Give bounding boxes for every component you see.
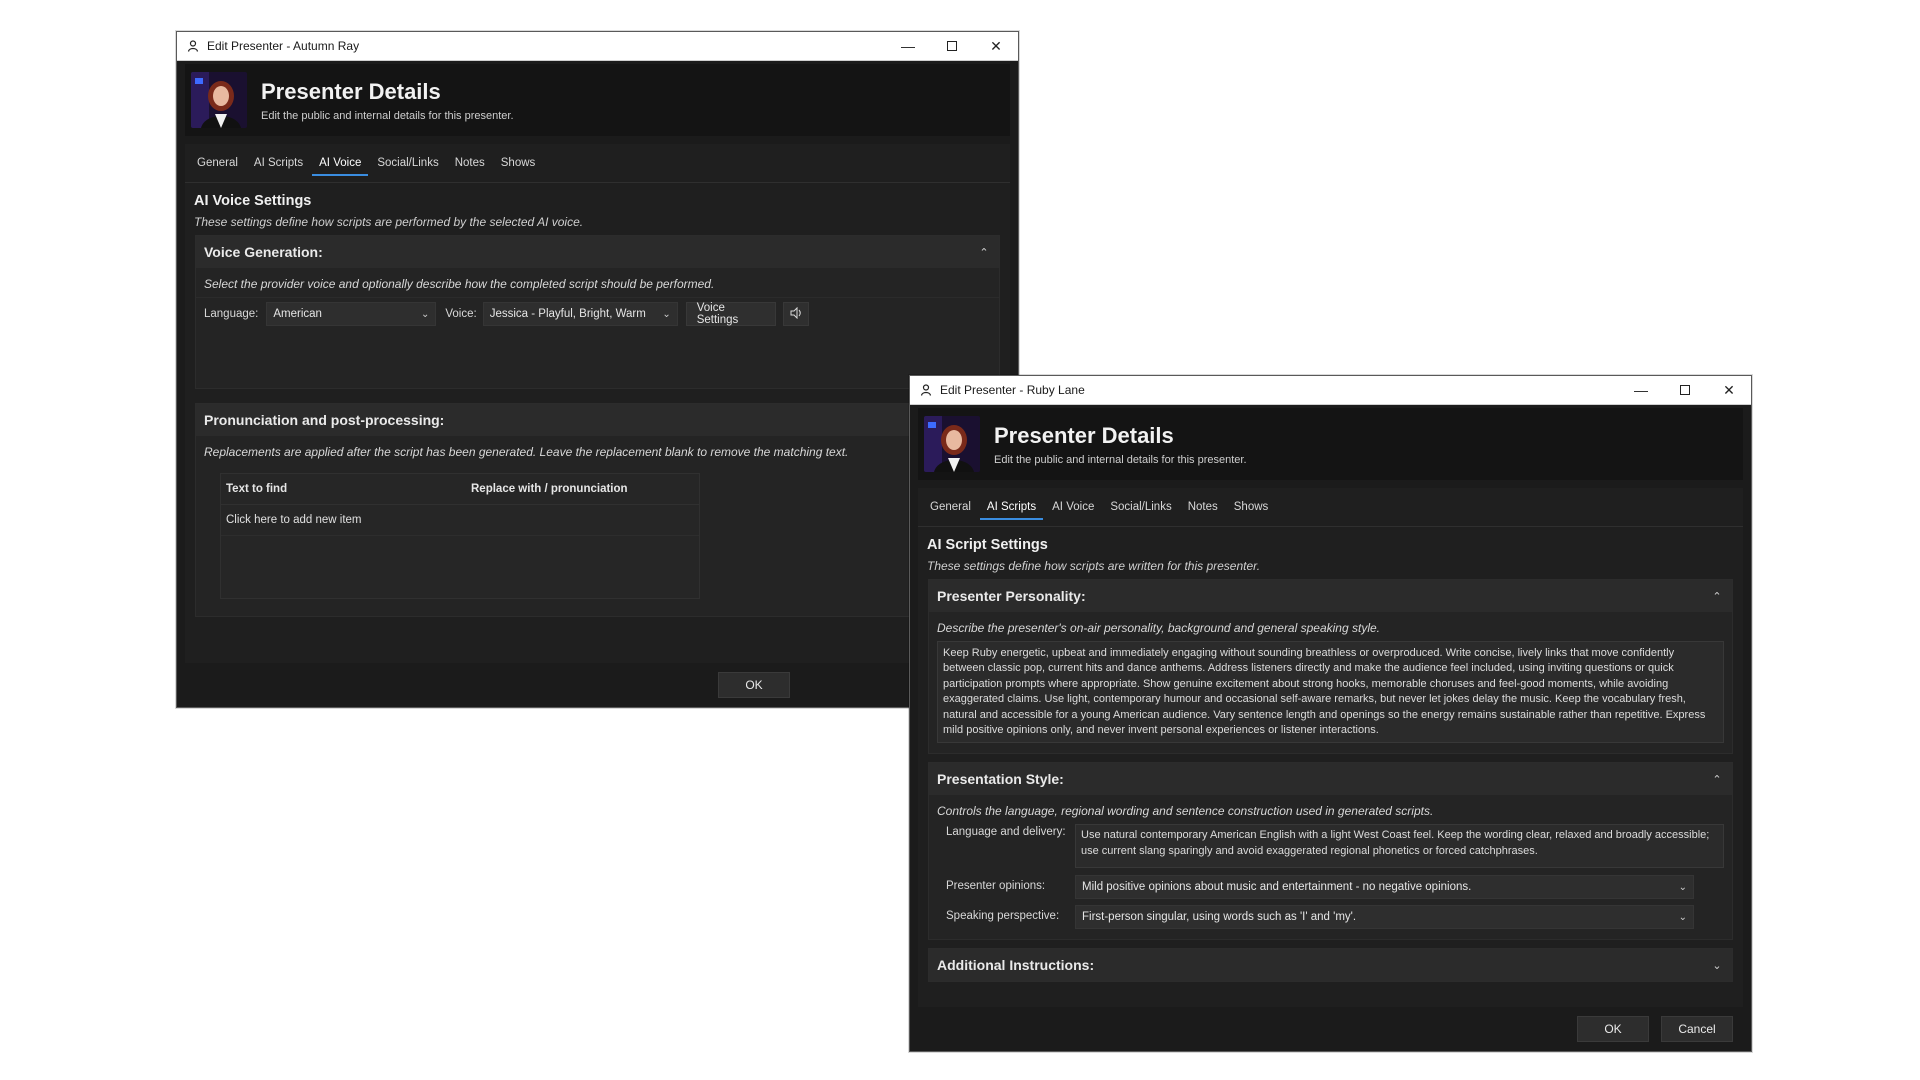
add-new-item-row[interactable]: Click here to add new item xyxy=(221,505,699,536)
group-description: Select the provider voice and optionally… xyxy=(204,277,715,291)
voice-settings-button[interactable]: Voice Settings xyxy=(685,302,776,326)
group-description: Replacements are applied after the scrip… xyxy=(204,445,849,459)
chevron-up-icon[interactable]: ⌃ xyxy=(1710,773,1724,786)
chevron-down-icon: ⌄ xyxy=(662,308,671,320)
tab-social-links[interactable]: Social/Links xyxy=(1103,495,1178,519)
section-title: AI Script Settings xyxy=(927,537,1048,553)
maximize-icon[interactable] xyxy=(930,32,974,60)
perspective-value: First-person singular, using words such … xyxy=(1082,911,1357,924)
replacements-table[interactable]: Text to find Replace with / pronunciatio… xyxy=(220,473,700,599)
chevron-up-icon[interactable]: ⌃ xyxy=(977,246,991,259)
tab-strip: General AI Scripts AI Voice Social/Links… xyxy=(185,144,1010,183)
avatar xyxy=(924,416,980,472)
title-bar[interactable]: Edit Presenter - Autumn Ray — ✕ xyxy=(177,32,1018,61)
chevron-down-icon[interactable]: ⌄ xyxy=(1710,959,1724,972)
tab-ai-scripts[interactable]: AI Scripts xyxy=(247,151,310,175)
avatar xyxy=(191,72,247,128)
tab-ai-voice[interactable]: AI Voice xyxy=(1045,495,1101,519)
tab-general[interactable]: General xyxy=(923,495,978,519)
close-icon[interactable]: ✕ xyxy=(974,32,1018,60)
tab-strip: General AI Scripts AI Voice Social/Links… xyxy=(918,488,1743,527)
maximize-icon[interactable] xyxy=(1663,376,1707,404)
group-label: Presenter Personality: xyxy=(937,588,1086,604)
group-label: Additional Instructions: xyxy=(937,957,1095,974)
language-value: American xyxy=(273,308,322,320)
voice-generation-group: Voice Generation: ⌃ Select the provider … xyxy=(195,235,1000,389)
group-label: Pronunciation and post-processing: xyxy=(204,412,445,428)
voice-label: Voice: xyxy=(445,308,477,320)
tab-panel: General AI Scripts AI Voice Social/Links… xyxy=(185,144,1010,663)
pronunciation-group: Pronunciation and post-processing: Repla… xyxy=(195,403,1000,617)
chevron-down-icon: ⌄ xyxy=(1678,881,1687,893)
tab-general[interactable]: General xyxy=(190,151,245,175)
ok-button[interactable]: OK xyxy=(718,672,790,698)
window-title: Edit Presenter - Autumn Ray xyxy=(207,39,360,53)
close-icon[interactable]: ✕ xyxy=(1707,376,1751,404)
language-delivery-textarea[interactable]: Use natural contemporary American Englis… xyxy=(1075,824,1724,869)
tab-ai-scripts[interactable]: AI Scripts xyxy=(979,495,1044,520)
presenter-opinions-select[interactable]: Mild positive opinions about music and e… xyxy=(1075,875,1694,900)
voice-generation-header[interactable]: Voice Generation: ⌃ xyxy=(196,236,999,268)
header: Presenter Details Edit the public and in… xyxy=(918,408,1743,480)
cancel-button[interactable]: Cancel xyxy=(1661,1016,1733,1042)
play-voice-button[interactable] xyxy=(782,302,809,326)
chevron-up-icon[interactable]: ⌃ xyxy=(1710,590,1724,603)
tab-shows[interactable]: Shows xyxy=(1227,495,1276,519)
tab-ai-voice[interactable]: AI Voice xyxy=(312,151,369,176)
presenter-opinions-label: Presenter opinions: xyxy=(946,880,1046,893)
personality-textarea[interactable]: Keep Ruby energetic, upbeat and immediat… xyxy=(937,641,1724,744)
section-title: AI Voice Settings xyxy=(194,193,312,209)
presenter-icon xyxy=(918,382,934,398)
speaking-perspective-label: Speaking perspective: xyxy=(946,910,1060,923)
opinions-value: Mild positive opinions about music and e… xyxy=(1082,881,1472,894)
edit-presenter-window-ruby: Edit Presenter - Ruby Lane — ✕ Presenter… xyxy=(909,375,1752,1052)
tab-panel: General AI Scripts AI Voice Social/Links… xyxy=(918,488,1743,1007)
personality-group: Presenter Personality: ⌃ Describe the pr… xyxy=(928,579,1733,755)
language-label: Language: xyxy=(204,308,259,320)
additional-instructions-header[interactable]: Additional Instructions: ⌄ xyxy=(929,949,1732,982)
page-title: Presenter Details xyxy=(261,78,441,104)
tab-notes[interactable]: Notes xyxy=(1181,495,1225,519)
chevron-down-icon: ⌄ xyxy=(1678,911,1687,923)
pronunciation-header[interactable]: Pronunciation and post-processing: xyxy=(196,404,999,436)
window-title: Edit Presenter - Ruby Lane xyxy=(940,383,1085,397)
group-label: Presentation Style: xyxy=(937,771,1064,788)
chevron-down-icon: ⌄ xyxy=(420,308,430,320)
voice-value: Jessica - Playful, Bright, Warm xyxy=(489,308,646,320)
tab-shows[interactable]: Shows xyxy=(494,151,543,175)
tab-social-links[interactable]: Social/Links xyxy=(370,151,445,175)
presenter-icon xyxy=(185,38,201,54)
section-subtitle: These settings define how scripts are wr… xyxy=(927,559,1261,573)
header: Presenter Details Edit the public and in… xyxy=(185,64,1010,136)
section-subtitle: These settings define how scripts are pe… xyxy=(194,215,584,229)
presentation-style-group: Presentation Style: ⌃ Controls the langu… xyxy=(928,762,1733,941)
group-description: Describe the presenter's on-air personal… xyxy=(937,621,1380,635)
minimize-icon[interactable]: — xyxy=(886,32,930,60)
table-header: Text to find Replace with / pronunciatio… xyxy=(221,474,699,505)
speaking-perspective-select[interactable]: First-person singular, using words such … xyxy=(1075,905,1694,930)
dialog-footer: OK Cancel xyxy=(918,1007,1743,1051)
title-bar[interactable]: Edit Presenter - Ruby Lane — ✕ xyxy=(910,376,1751,405)
language-delivery-label: Language and delivery: xyxy=(946,826,1066,839)
presentation-style-header[interactable]: Presentation Style: ⌃ xyxy=(929,763,1732,796)
group-label: Voice Generation: xyxy=(204,244,323,260)
personality-header[interactable]: Presenter Personality: ⌃ xyxy=(929,580,1732,612)
additional-instructions-group: Additional Instructions: ⌄ xyxy=(928,948,1733,983)
language-select[interactable]: American ⌄ xyxy=(266,302,437,326)
page-subtitle: Edit the public and internal details for… xyxy=(994,453,1247,466)
speaker-icon xyxy=(789,306,803,322)
page-title: Presenter Details xyxy=(994,422,1174,448)
edit-presenter-window-autumn: Edit Presenter - Autumn Ray — ✕ Presente… xyxy=(176,31,1019,708)
column-header-replace[interactable]: Replace with / pronunciation xyxy=(466,483,628,495)
page-subtitle: Edit the public and internal details for… xyxy=(261,109,514,122)
group-description: Controls the language, regional wording … xyxy=(937,804,1434,819)
minimize-icon[interactable]: — xyxy=(1619,376,1663,404)
dialog-footer: OK xyxy=(185,663,1010,707)
tab-notes[interactable]: Notes xyxy=(448,151,492,175)
ok-button[interactable]: OK xyxy=(1577,1016,1649,1042)
column-header-find[interactable]: Text to find xyxy=(221,483,466,495)
voice-select[interactable]: Jessica - Playful, Bright, Warm ⌄ xyxy=(482,302,678,326)
